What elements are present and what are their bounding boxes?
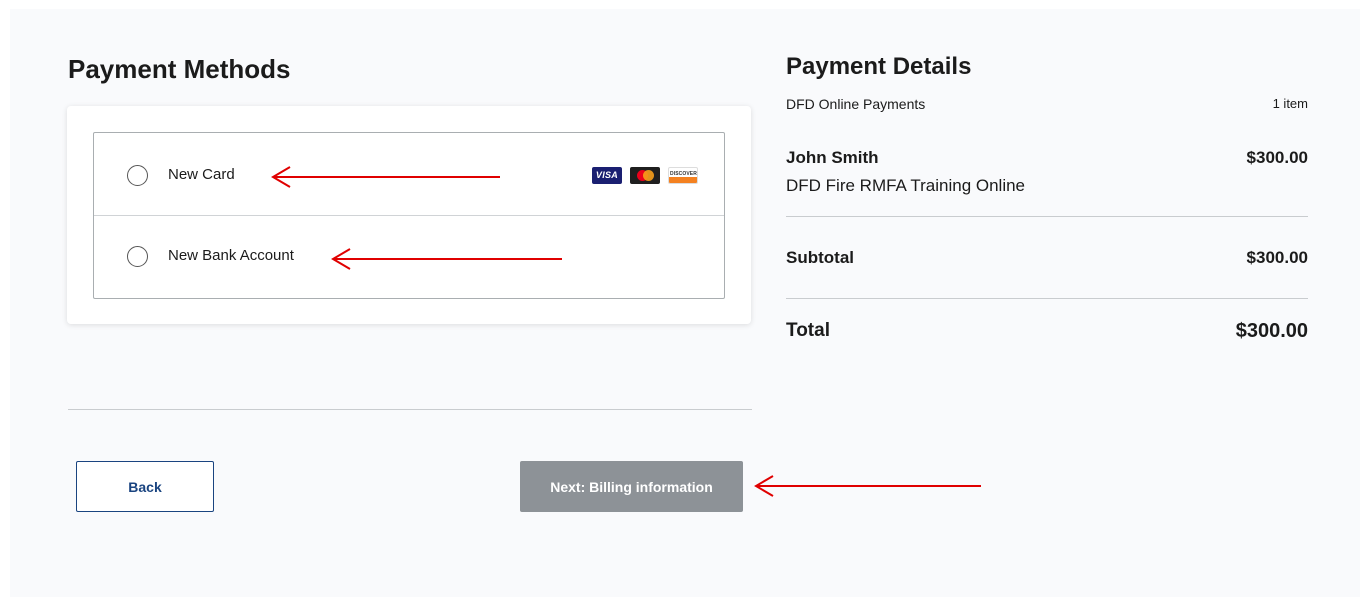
new-card-label[interactable]: New Card	[168, 166, 235, 183]
payment-details-subtitle: DFD Online Payments	[786, 96, 926, 112]
subtotal-label: Subtotal	[786, 248, 854, 267]
payment-methods-card: New Card VISA DISCOVER New Bank Account	[67, 106, 751, 324]
new-bank-account-radio[interactable]	[127, 246, 148, 267]
total-value: $300.00	[1235, 320, 1308, 342]
annotation-arrow-bank-account	[331, 248, 562, 270]
payment-details-title: Payment Details	[786, 53, 972, 80]
new-card-radio[interactable]	[127, 165, 148, 186]
item-count: 1 item	[1272, 96, 1308, 111]
discover-icon: DISCOVER	[668, 167, 698, 184]
payment-methods-title: Payment Methods	[68, 54, 291, 84]
visa-icon: VISA	[592, 167, 622, 184]
annotation-arrow-next-button	[754, 475, 981, 497]
next-billing-information-button[interactable]: Next: Billing information	[520, 461, 743, 512]
line-item-name: John Smith	[786, 148, 879, 167]
payment-options-list: New Card VISA DISCOVER New Bank Account	[93, 132, 725, 299]
line-item-amount: $300.00	[1246, 148, 1308, 167]
line-item-description: DFD Fire RMFA Training Online	[786, 176, 1026, 195]
new-bank-account-label[interactable]: New Bank Account	[168, 247, 294, 264]
details-divider	[786, 298, 1308, 299]
subtotal-value: $300.00	[1246, 248, 1308, 267]
annotation-arrow-new-card	[271, 166, 500, 188]
mastercard-icon	[630, 167, 660, 184]
details-divider	[786, 216, 1308, 217]
section-divider	[68, 409, 752, 410]
total-label: Total	[786, 320, 830, 341]
back-button[interactable]: Back	[76, 461, 214, 512]
